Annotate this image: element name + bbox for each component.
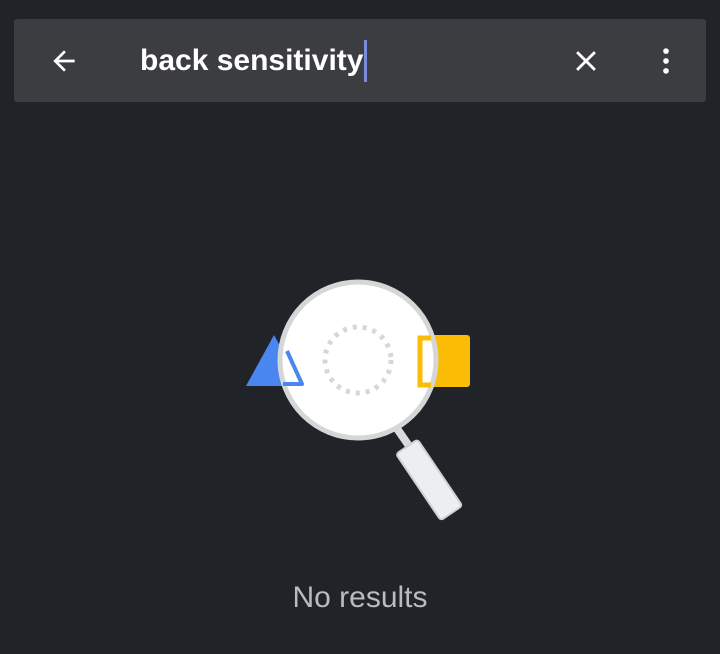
back-button[interactable] [32,19,96,102]
magnifier-lens [277,279,439,441]
magnifier-handle [394,426,463,521]
no-results-message: No results [292,581,428,614]
more-vert-icon [663,47,669,74]
search-query-text[interactable]: back sensitivity [140,44,363,78]
arrow-back-icon [53,49,75,72]
close-icon [576,50,596,71]
more-options-button[interactable] [634,19,698,102]
text-caret [364,39,368,82]
no-results-illustration [246,279,470,521]
clear-button[interactable] [554,19,618,102]
search-bar: back sensitivity [14,19,706,102]
search-input[interactable]: back sensitivity [140,19,368,102]
